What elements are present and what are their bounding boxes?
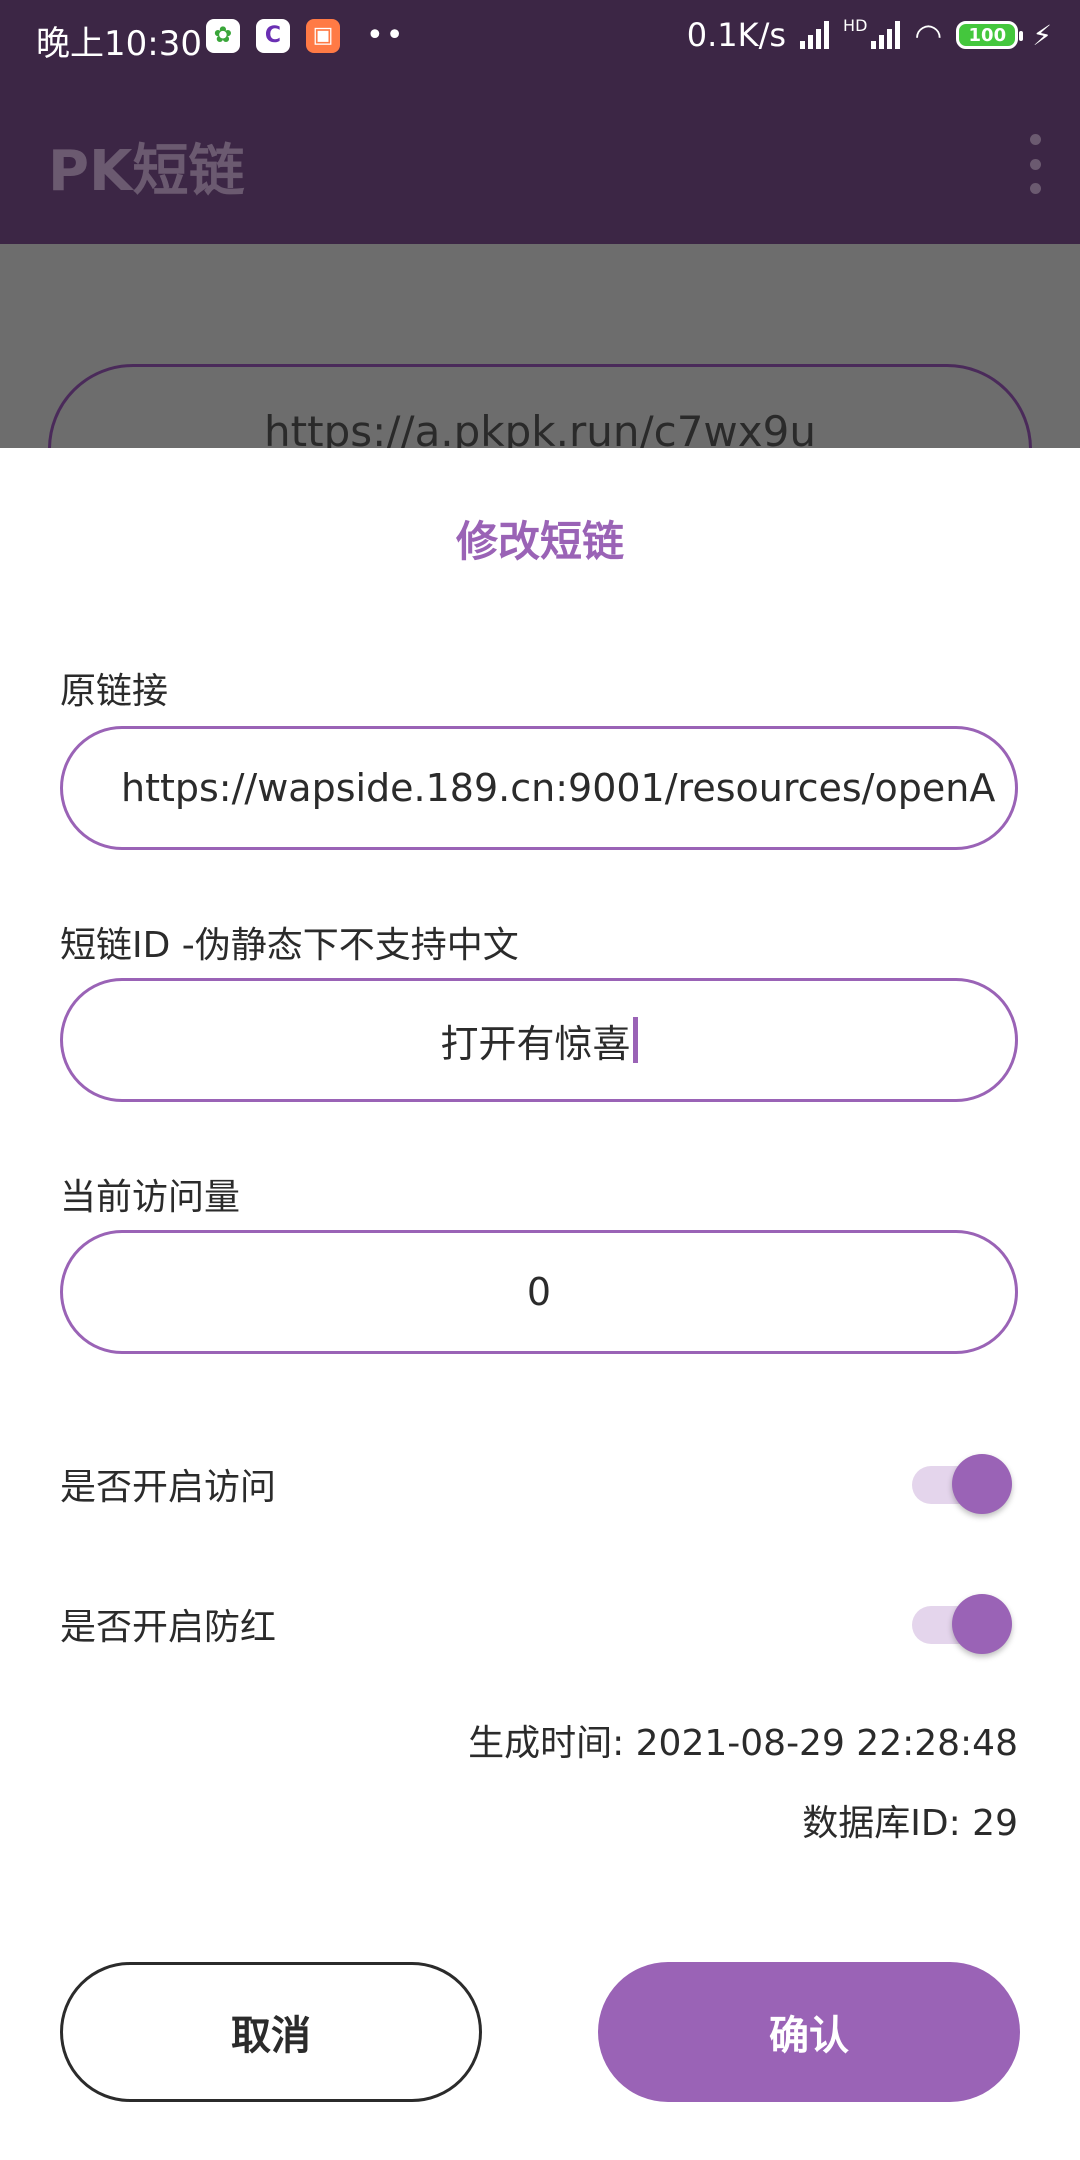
enable-access-toggle[interactable] [912,1450,1012,1516]
original-link-label: 原链接 [60,671,169,712]
status-time: 晚上10:30 [36,24,202,64]
enable-anti-red-label: 是否开启防红 [60,1607,277,1648]
visits-label: 当前访问量 [60,1177,241,1218]
created-time: 生成时间: 2021-08-29 22:28:48 [468,1723,1018,1764]
background-url-text: https://a.pkpk.run/c7wx9u [264,407,816,448]
signal-icon [871,21,901,49]
battery-icon: 100 [956,21,1024,49]
cancel-button[interactable]: 取消 [60,1962,482,2102]
app-notification-icon: C [256,18,290,53]
enable-anti-red-toggle[interactable] [912,1590,1012,1656]
text-cursor [632,1017,638,1063]
notification-icons: ✿ C ▣ •• [206,18,405,53]
app-title: PK短链 [48,139,245,204]
toggle-thumb [952,1594,1012,1654]
status-bar: 晚上10:30 ✿ C ▣ •• 0.1K/s HD ◠ 100 ⚡ [0,0,1080,76]
hd-label: HD [843,16,868,35]
edit-shortlink-sheet: 修改短链 原链接 https://wapside.189.cn:9001/res… [0,448,1080,2160]
toggle-thumb [952,1454,1012,1514]
original-link-input[interactable]: https://wapside.189.cn:9001/resources/op… [60,726,1018,850]
database-id: 数据库ID: 29 [802,1803,1018,1844]
signal-icon [800,21,830,49]
sheet-title: 修改短链 [455,517,624,566]
app-bar: PK短链 [0,76,1080,244]
background-scrim[interactable]: https://a.pkpk.run/c7wx9u [0,244,1080,448]
network-speed: 0.1K/s [686,16,787,54]
background-url-field: https://a.pkpk.run/c7wx9u [48,364,1032,448]
short-id-label: 短链ID -伪静态下不支持中文 [60,925,519,966]
battery-level: 100 [968,24,1007,46]
charging-icon: ⚡ [1032,18,1052,52]
wifi-icon: ◠ [914,16,943,54]
visits-input[interactable]: 0 [60,1230,1018,1354]
confirm-button[interactable]: 确认 [598,1962,1020,2102]
overflow-menu-icon[interactable] [1020,134,1050,194]
original-link-value: https://wapside.189.cn:9001/resources/op… [121,766,996,810]
enable-access-label: 是否开启访问 [60,1467,277,1508]
more-notifications-icon: •• [366,18,406,53]
app-notification-icon: ▣ [306,18,340,53]
status-right-group: 0.1K/s HD ◠ 100 ⚡ [687,16,1052,54]
short-id-value: 打开有惊喜 [440,1021,631,1066]
app-notification-icon: ✿ [206,18,240,53]
short-id-input[interactable]: 打开有惊喜 [60,978,1018,1102]
visits-value: 0 [526,1270,552,1314]
